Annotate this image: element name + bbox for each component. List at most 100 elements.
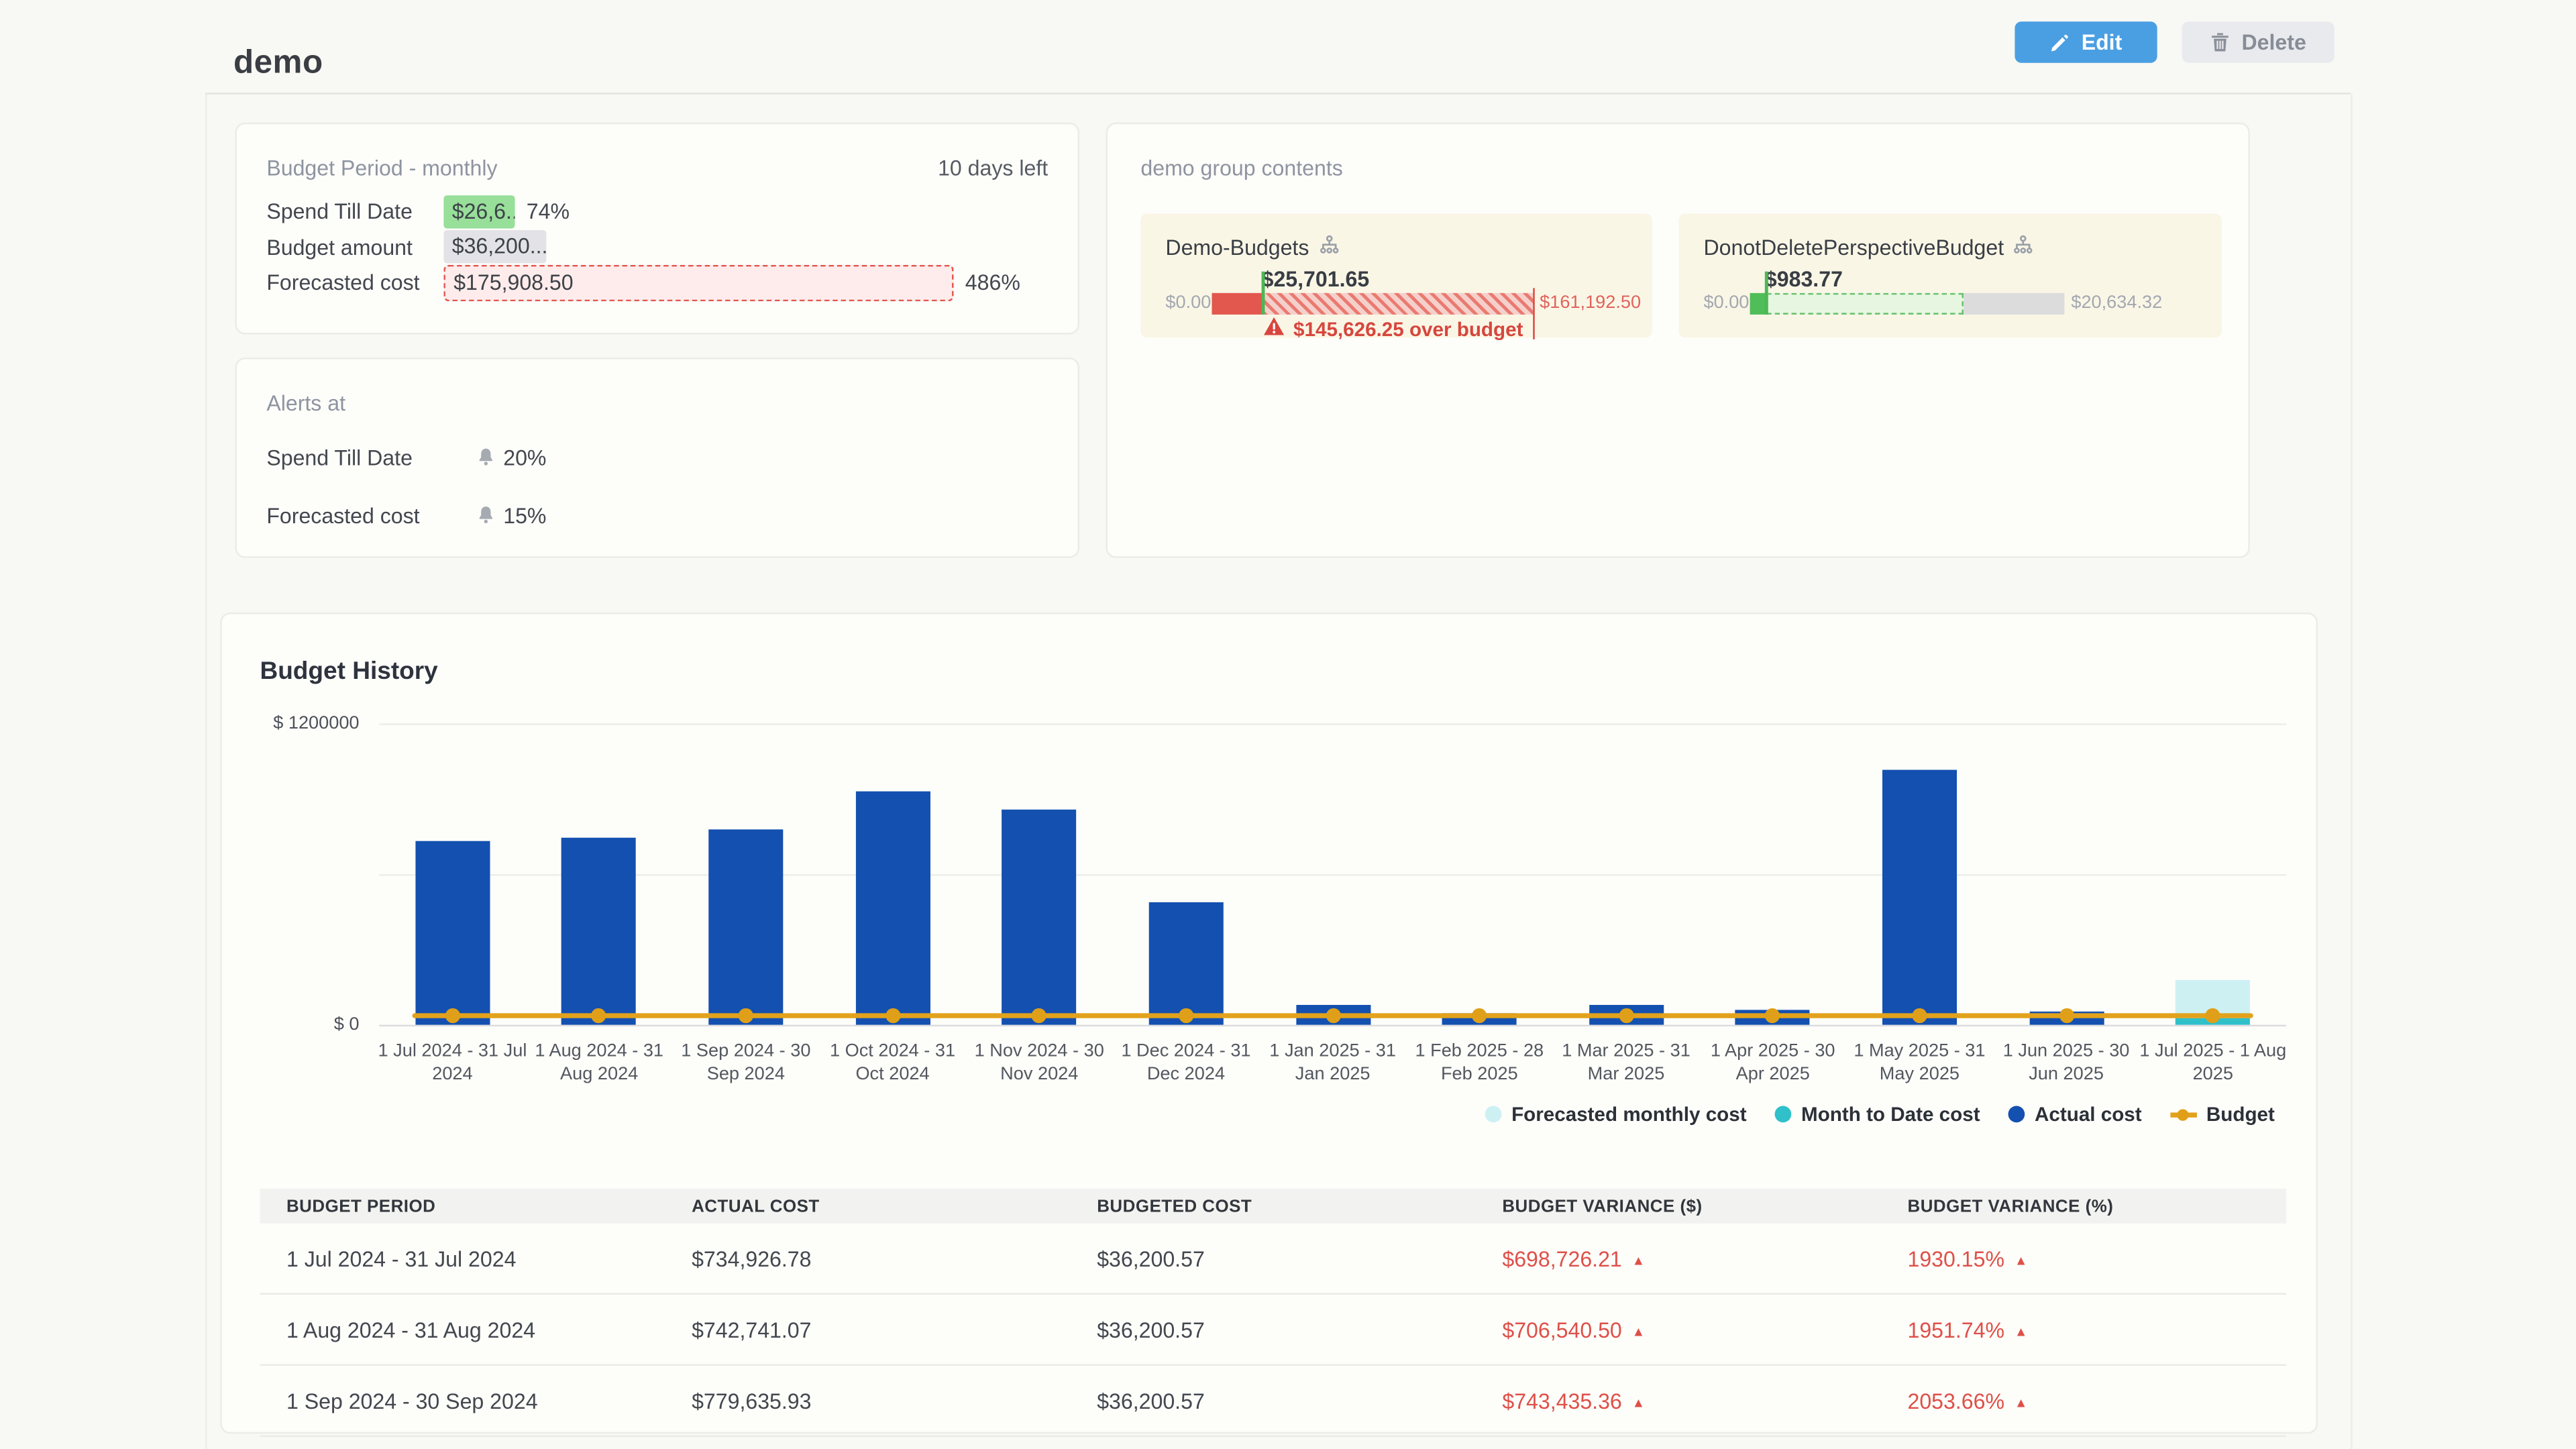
x-axis-label: 1 Jul 2025 - 1 Aug 2025 [2137,1041,2289,1086]
budget-marker-value: $25,701.65 [1262,266,1370,291]
cell-budget-variance-usd: $706,540.50 ▲ [1476,1317,1881,1342]
cell-budgeted-cost: $36,200.57 [1071,1246,1476,1271]
budget-progress-bar [1750,293,2065,315]
variance-value: $706,540.50 [1502,1317,1621,1342]
actual-bar[interactable] [1148,902,1223,1024]
alert-row-spend-till-date: Spend Till Date 20% [266,445,546,469]
bell-icon [477,505,495,525]
x-axis-label: 1 Oct 2024 - 31 Oct 2024 [816,1041,969,1086]
actual-bar[interactable] [855,792,930,1025]
metric-percent: 486% [965,270,1020,295]
budget-point [445,1008,460,1023]
x-axis-label: 1 Feb 2025 - 28 Feb 2025 [1403,1041,1556,1086]
days-left-label: 10 days left [938,156,1048,180]
metric-label: Forecasted cost [266,270,443,295]
bar-segment-dashed-green [1766,293,1964,315]
group-budget-name-text: DonotDeletePerspectiveBudget [1703,235,2004,260]
table-body: 1 Jul 2024 - 31 Jul 2024$734,926.78$36,2… [260,1224,2286,1437]
x-axis-label: 1 Jan 2025 - 31 Jan 2025 [1256,1041,1409,1086]
alert-row-forecasted-cost: Forecasted cost 15% [266,503,546,527]
legend-label: Forecasted monthly cost [1511,1103,1747,1126]
table-header-cell: BUDGETED COST [1071,1196,1476,1216]
metric-value-box: $175,908.50 [443,264,953,301]
x-axis-label: 1 Dec 2024 - 31 Dec 2024 [1110,1041,1262,1086]
legend-label: Month to Date cost [1801,1103,1980,1126]
cell-budget-variance-pct: 1930.15%▲ [1881,1246,2286,1271]
budget-point [1912,1008,1927,1023]
alerts-card-title: Alerts at [266,390,345,415]
x-axis-label: 1 Mar 2025 - 31 Mar 2025 [1550,1041,1702,1086]
legend-item[interactable]: Forecasted monthly cost [1485,1103,1747,1126]
gridline [379,1025,2286,1026]
group-budget-name: DonotDeletePerspectiveBudget [1703,235,2033,260]
variance-up-arrow-icon: ▲ [2015,1395,2028,1409]
chart-legend: Forecasted monthly cost Month to Date cos… [1485,1103,2275,1126]
legend-item[interactable]: Budget [2170,1103,2275,1126]
bar-max-label: $20,634.32 [2071,293,2162,313]
legend-dot [2178,1108,2189,1120]
bar-segment-solid-red [1212,293,1264,315]
alerts-card: Alerts at Spend Till Date 20% Forecasted… [235,358,1079,558]
budget-period-row: Spend Till Date$26,6...74% [266,194,1055,229]
variance-up-arrow-icon: ▲ [1632,1324,1646,1338]
header-actions: Edit Delete [2015,21,2334,63]
alert-label: Spend Till Date [266,445,476,470]
y-axis-tick-label: $ 1200000 [227,714,359,734]
group-budget-item[interactable]: DonotDeletePerspectiveBudget$983.77$0.00… [1678,213,2221,337]
actual-bar[interactable] [708,829,783,1025]
x-axis-label: 1 Sep 2024 - 30 Sep 2024 [669,1041,822,1086]
legend-marker-line-dot [2170,1106,2196,1123]
alert-value: 20% [503,445,546,470]
cell-actual-cost: $734,926.78 [665,1246,1071,1271]
over-budget-text: $145,626.25 over budget [1293,317,1523,341]
bar-segment-hatched-red [1263,293,1533,315]
x-axis-label: 1 Jul 2024 - 31 Jul 2024 [376,1041,529,1086]
variance-value: $743,435.36 [1502,1388,1621,1413]
cell-budgeted-cost: $36,200.57 [1071,1388,1476,1413]
legend-item[interactable]: Actual cost [2008,1103,2142,1126]
legend-item[interactable]: Month to Date cost [1775,1103,1980,1126]
actual-bar[interactable] [562,839,637,1025]
cell-budget-variance-pct: 2053.66% ▲ [1881,1388,2286,1413]
gridline [379,874,2286,875]
actual-bar[interactable] [1882,770,1957,1025]
cell-budget-period: 1 Sep 2024 - 30 Sep 2024 [260,1388,665,1413]
actual-bar[interactable] [1002,810,1077,1025]
cell-budget-period: 1 Jul 2024 - 31 Jul 2024 [260,1246,665,1271]
variance-up-arrow-icon: ▲ [1632,1395,1646,1409]
variance-value: 2053.66% [1907,1388,2004,1413]
budget-point [885,1008,900,1023]
legend-label: Budget [2206,1103,2275,1126]
variance-value: 1951.74% [1907,1317,2004,1342]
table-header-cell: ACTUAL COST [665,1196,1071,1216]
budget-marker-line [1765,272,1768,315]
cell-budget-variance-usd: $743,435.36 ▲ [1476,1388,1881,1413]
delete-button-label: Delete [2241,30,2306,54]
x-axis-label: 1 Jun 2025 - 30 Jun 2025 [1990,1041,2143,1086]
legend-marker-circle [1485,1106,1502,1123]
budget-period-row: Forecasted cost$175,908.50 486% [266,265,1055,301]
bar-min-label: $0.00 [1703,293,1749,313]
budget-marker-line [1262,272,1265,315]
gridline [379,723,2286,724]
budget-point [1619,1008,1633,1023]
table-header-row: BUDGET PERIODACTUAL COSTBUDGETED COSTBUD… [260,1189,2286,1224]
edit-button-label: Edit [2082,30,2123,54]
table-header-cell: BUDGET VARIANCE ($) [1476,1196,1881,1216]
x-axis-label: 1 Aug 2024 - 31 Aug 2024 [523,1041,676,1086]
pencil-icon [2050,32,2070,52]
group-budget-item[interactable]: Demo-Budgets$25,701.65$0.00$161,192.50$1… [1140,213,1652,337]
hierarchy-icon [1319,235,1339,260]
actual-bar[interactable] [415,841,490,1025]
bar-min-label: $0.00 [1165,293,1211,313]
metric-value-box: $26,6... [443,195,515,228]
header-divider [205,93,2351,94]
edit-button[interactable]: Edit [2015,21,2157,63]
budget-detail-page: demo Edit Delete Budget Period - monthly… [0,0,2576,1449]
delete-button[interactable]: Delete [2182,21,2334,63]
legend-label: Actual cost [2035,1103,2142,1126]
x-axis-label: 1 Nov 2024 - 30 Nov 2024 [963,1041,1116,1086]
budget-period-card: Budget Period - monthly 10 days left Spe… [235,123,1079,335]
cell-budget-variance-usd: $698,726.21▲ [1476,1246,1881,1271]
warning-icon [1264,316,1285,341]
